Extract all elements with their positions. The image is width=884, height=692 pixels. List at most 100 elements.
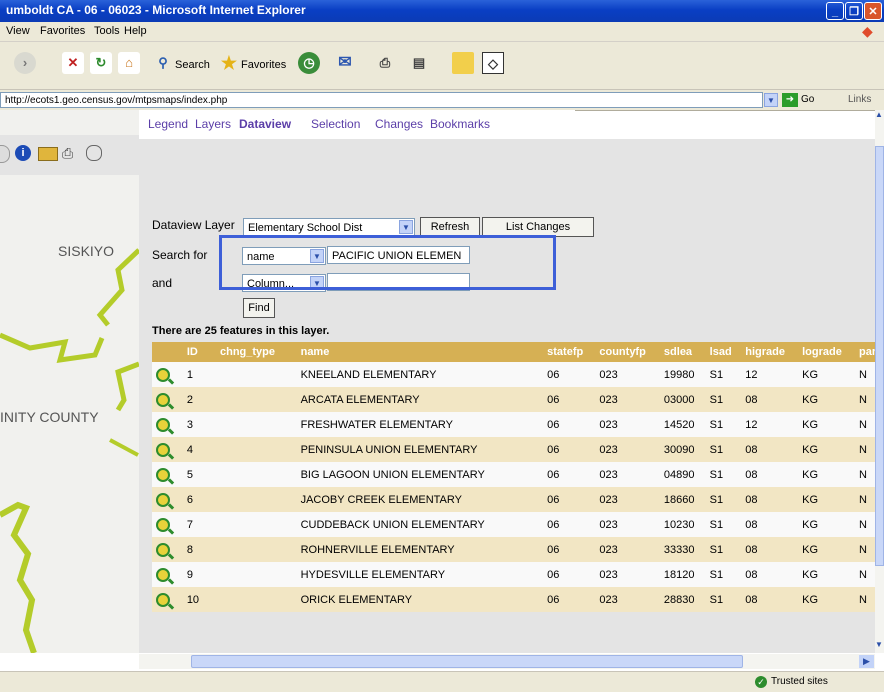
zoom-to-feature-icon[interactable] — [156, 492, 170, 507]
table-row[interactable]: 3 FRESHWATER ELEMENTARY 06 023 14520 S1 12 KG N — [152, 412, 875, 437]
find-button[interactable]: Find — [243, 298, 275, 318]
favorites-star-icon[interactable]: ★ — [218, 52, 240, 74]
table-cell-sdlea: 18120 — [659, 562, 706, 587]
menu-view[interactable]: View — [6, 25, 30, 37]
email-map-icon[interactable] — [86, 145, 102, 161]
column-header[interactable]: chng_type — [216, 342, 297, 362]
row-action-cell[interactable] — [152, 462, 183, 487]
column-header[interactable]: name — [296, 342, 544, 362]
table-row[interactable]: 5 BIG LAGOON UNION ELEMENTARY 06 023 04890 S1… — [152, 462, 875, 487]
column-header[interactable]: sdlea — [659, 342, 706, 362]
table-cell-partflg: N — [855, 562, 875, 587]
table-cell-lograde: KG — [798, 487, 856, 512]
zoom-icon[interactable] — [0, 145, 10, 163]
go-button-label[interactable]: Go — [801, 94, 814, 105]
tab-bookmarks[interactable]: Bookmarks — [430, 117, 490, 131]
column-header[interactable]: partflg — [855, 342, 875, 362]
row-action-cell[interactable] — [152, 487, 183, 512]
row-action-cell[interactable] — [152, 537, 183, 562]
table-cell-higrade: 08 — [741, 537, 799, 562]
window-title: umboldt CA - 06 - 06023 - Microsoft Inte… — [6, 3, 306, 17]
print-icon[interactable]: ⎙ — [374, 52, 396, 74]
refresh-button[interactable]: Refresh — [420, 217, 480, 237]
column-header[interactable]: lsad — [705, 342, 742, 362]
table-cell-chng_type — [216, 512, 297, 537]
zoom-to-feature-icon[interactable] — [156, 417, 170, 432]
menu-favorites[interactable]: Favorites — [40, 25, 85, 37]
zoom-to-feature-icon[interactable] — [156, 367, 170, 382]
mail-icon[interactable]: ✉ — [334, 52, 356, 74]
address-input[interactable]: http://ecots1.geo.census.gov/mtpsmaps/in… — [0, 92, 763, 108]
address-dropdown-icon[interactable]: ▼ — [764, 93, 778, 107]
menu-tools[interactable]: Tools — [94, 25, 120, 37]
scroll-down-icon[interactable]: ▼ — [875, 640, 884, 652]
tab-changes[interactable]: Changes — [375, 117, 423, 131]
zoom-to-feature-icon[interactable] — [156, 442, 170, 457]
folder-icon[interactable] — [452, 52, 474, 74]
row-action-cell[interactable] — [152, 387, 183, 412]
tab-legend[interactable]: Legend — [148, 117, 188, 131]
row-action-cell[interactable] — [152, 437, 183, 462]
table-cell-countyfp: 023 — [595, 487, 660, 512]
table-row[interactable]: 8 ROHNERVILLE ELEMENTARY 06 023 33330 S1 08 KG N — [152, 537, 875, 562]
table-row[interactable]: 1 KNEELAND ELEMENTARY 06 023 19980 S1 12 KG N — [152, 362, 875, 387]
list-changes-button[interactable]: List Changes — [482, 217, 594, 237]
vertical-scrollbar[interactable]: ▲ ▼ — [875, 110, 884, 653]
refresh-icon[interactable]: ↻ — [90, 52, 112, 74]
table-cell-name: ARCATA ELEMENTARY — [296, 387, 544, 412]
window-icon[interactable]: ◇ — [482, 52, 504, 74]
minimize-button[interactable]: _ — [826, 2, 844, 20]
tab-dataview[interactable]: Dataview — [239, 117, 291, 131]
zoom-to-feature-icon[interactable] — [156, 517, 170, 532]
scroll-up-icon[interactable]: ▲ — [875, 110, 884, 122]
links-label[interactable]: Links — [848, 94, 871, 105]
forward-icon[interactable]: › — [14, 52, 36, 74]
row-action-cell[interactable] — [152, 587, 183, 612]
close-button[interactable]: ✕ — [864, 2, 882, 20]
zoom-to-feature-icon[interactable] — [156, 392, 170, 407]
table-row[interactable]: 10 ORICK ELEMENTARY 06 023 28830 S1 08 KG N — [152, 587, 875, 612]
tab-selection[interactable]: Selection — [311, 117, 360, 131]
home-icon[interactable]: ⌂ — [118, 52, 140, 74]
history-icon[interactable]: ◷ — [298, 52, 320, 74]
table-row[interactable]: 6 JACOBY CREEK ELEMENTARY 06 023 18660 S1 08 KG… — [152, 487, 875, 512]
zoom-to-feature-icon[interactable] — [156, 592, 170, 607]
column-header[interactable]: ID — [182, 342, 216, 362]
column-header[interactable]: higrade — [741, 342, 799, 362]
edit-icon[interactable]: ▤ — [408, 52, 430, 74]
zoom-to-feature-icon[interactable] — [156, 567, 170, 582]
maximize-button[interactable]: ❐ — [845, 2, 863, 20]
row-action-cell[interactable] — [152, 412, 183, 437]
column-header[interactable]: statefp — [543, 342, 596, 362]
table-row[interactable]: 4 PENINSULA UNION ELEMENTARY 06 023 30090 S1 0… — [152, 437, 875, 462]
row-action-cell[interactable] — [152, 362, 183, 387]
row-action-cell[interactable] — [152, 562, 183, 587]
map-icon[interactable] — [38, 147, 58, 161]
stop-icon[interactable]: ✕ — [62, 52, 84, 74]
vertical-scroll-thumb[interactable] — [875, 146, 884, 566]
print-map-icon[interactable]: ⎙ — [62, 145, 73, 162]
table-row[interactable]: 2 ARCATA ELEMENTARY 06 023 03000 S1 08 KG N — [152, 387, 875, 412]
table-cell-ID: 3 — [182, 412, 216, 437]
map-view[interactable]: SISKIYO INITY COUNTY — [0, 110, 139, 653]
search-button-label[interactable]: Search — [175, 54, 210, 76]
dataview-layer-select[interactable]: Elementary School Dist ▼ — [243, 218, 415, 236]
scroll-right-icon[interactable]: ▶ — [859, 655, 874, 668]
go-arrow-icon[interactable]: ➜ — [782, 93, 798, 107]
row-action-cell[interactable] — [152, 512, 183, 537]
zoom-to-feature-icon[interactable] — [156, 467, 170, 482]
column-header[interactable]: lograde — [798, 342, 856, 362]
table-row[interactable]: 9 HYDESVILLE ELEMENTARY 06 023 18120 S1 08 KG N — [152, 562, 875, 587]
table-row[interactable]: 7 CUDDEBACK UNION ELEMENTARY 06 023 10230 S1 0… — [152, 512, 875, 537]
search-icon[interactable]: ⚲ — [152, 52, 174, 74]
favorites-button-label[interactable]: Favorites — [241, 54, 286, 76]
dataview-layer-label: Dataview Layer — [152, 218, 235, 232]
horizontal-scroll-thumb[interactable] — [191, 655, 743, 668]
tab-layers[interactable]: Layers — [195, 117, 231, 131]
horizontal-scrollbar[interactable]: ▶ — [139, 654, 875, 669]
column-header[interactable]: countyfp — [595, 342, 660, 362]
table-cell-chng_type — [216, 362, 297, 387]
info-icon[interactable]: i — [15, 145, 31, 161]
zoom-to-feature-icon[interactable] — [156, 542, 170, 557]
menu-help[interactable]: Help — [124, 25, 147, 37]
